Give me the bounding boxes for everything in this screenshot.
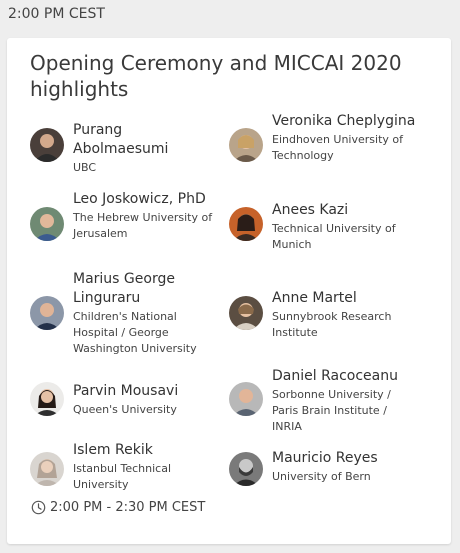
avatar [229,207,263,241]
speaker-affiliation: Queen's University [73,403,177,416]
speaker-name[interactable]: Parvin Mousavi [73,382,221,401]
speaker-affiliation: Istanbul Technical University [73,462,172,491]
speaker-affiliation: Sunnybrook Research Institute [272,310,392,339]
session-title[interactable]: Opening Ceremony and MICCAI 2020 highlig… [30,50,410,102]
avatar [30,382,64,416]
clock-icon [31,500,46,515]
avatar [229,128,263,162]
avatar [229,382,263,416]
speaker-name[interactable]: Marius George Linguraru [73,270,221,308]
avatar [30,296,64,330]
session-start-time: 2:00 PM CEST [8,6,105,22]
session-time-range: 2:00 PM - 2:30 PM CEST [31,500,205,515]
speaker-affiliation: The Hebrew University of Jerusalem [73,211,213,240]
speaker-name[interactable]: Islem Rekik [73,441,221,460]
avatar [229,452,263,486]
avatar [229,296,263,330]
speaker-affiliation: Children's National Hospital / George Wa… [73,310,197,355]
speaker-affiliation: UBC [73,161,97,174]
speaker-name[interactable]: Mauricio Reyes [272,449,420,468]
speaker-affiliation: University of Bern [272,470,371,483]
speaker-name[interactable]: Daniel Racoceanu [272,367,420,386]
time-range-text: 2:00 PM - 2:30 PM CEST [50,500,206,515]
speaker-affiliation: Sorbonne University / Paris Brain Instit… [272,388,391,433]
speaker-affiliation: Technical University of Munich [272,222,396,251]
avatar [30,128,64,162]
session-card: Opening Ceremony and MICCAI 2020 highlig… [7,38,451,544]
speaker-name[interactable]: Anees Kazi [272,201,420,220]
speaker-name[interactable]: Leo Joskowicz, PhD [73,190,221,209]
speaker-affiliation: Eindhoven University of Technology [272,133,403,162]
speaker-name[interactable]: Purang Abolmaesumi [73,121,221,159]
avatar [30,207,64,241]
avatar [30,452,64,486]
speaker-name[interactable]: Veronika Cheplygina [272,112,420,131]
speaker-name[interactable]: Anne Martel [272,289,420,308]
